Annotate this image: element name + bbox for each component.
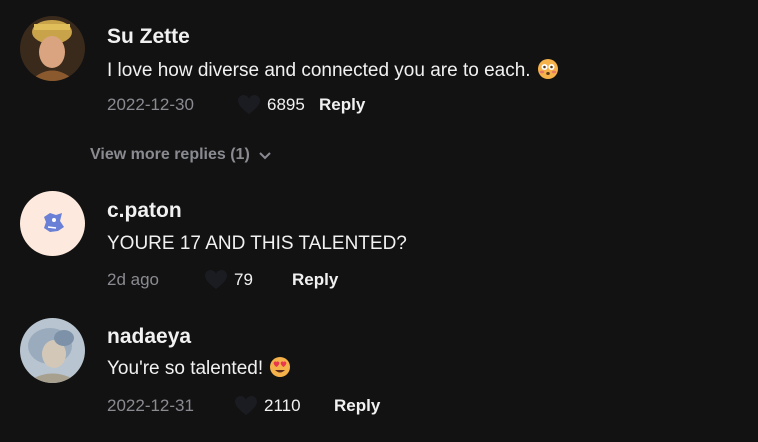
like-button[interactable]: 2110: [234, 395, 334, 417]
comment-meta: 2d ago 79 Reply: [107, 269, 338, 291]
avatar[interactable]: [20, 318, 85, 383]
comment-text-content: I love how diverse and connected you are…: [107, 60, 531, 81]
comment-author[interactable]: nadaeya: [107, 325, 191, 349]
reply-button[interactable]: Reply: [292, 270, 338, 290]
chevron-down-icon: [259, 152, 271, 160]
reply-button[interactable]: Reply: [334, 396, 380, 416]
like-count: 79: [234, 270, 253, 289]
comment-meta: 2022-12-31 2110 Reply: [107, 395, 380, 417]
like-button[interactable]: 79: [204, 269, 292, 291]
comment-date: 2022-12-31: [107, 396, 194, 415]
avatar[interactable]: [20, 16, 85, 81]
view-more-label: View more replies (1): [90, 146, 250, 163]
like-count: 2110: [264, 396, 301, 415]
heart-icon: [238, 95, 260, 114]
comment-author[interactable]: Su Zette: [107, 25, 190, 49]
heart-eyes-face-icon: [269, 356, 291, 378]
avatar[interactable]: [20, 191, 85, 256]
heart-icon: [205, 270, 227, 289]
like-count: 6895: [267, 95, 305, 114]
comment-text: I love how diverse and connected you are…: [107, 58, 559, 83]
comment-text: YOURE 17 AND THIS TALENTED?: [107, 233, 407, 254]
comment-text-content: You're so talented!: [107, 358, 264, 379]
comment-author[interactable]: c.paton: [107, 199, 182, 223]
like-button[interactable]: 6895: [237, 94, 317, 116]
reply-button[interactable]: Reply: [319, 95, 365, 115]
comment-meta: 2022-12-30 6895 Reply: [107, 94, 365, 116]
comment-date: 2d ago: [107, 270, 159, 289]
heart-icon: [235, 396, 257, 415]
comment-text: You're so talented!: [107, 356, 291, 381]
flushed-face-icon: [537, 58, 559, 80]
comment-date: 2022-12-30: [107, 95, 194, 114]
view-more-replies-button[interactable]: View more replies (1): [90, 146, 272, 164]
